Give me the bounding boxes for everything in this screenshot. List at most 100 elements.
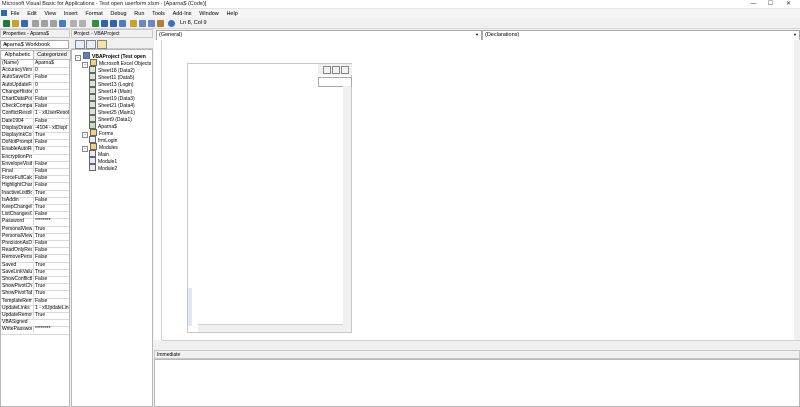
- immediate-window[interactable]: [154, 359, 800, 407]
- tree-node[interactable]: − Microsoft Excel Objects: [82, 59, 151, 68]
- copy-icon[interactable]: [41, 20, 48, 27]
- reset-icon[interactable]: [110, 20, 117, 27]
- property-value[interactable]: True: [33, 312, 69, 319]
- property-value[interactable]: False: [33, 96, 69, 103]
- tree-node[interactable]: − Modules: [82, 143, 118, 152]
- maximize-button[interactable]: ☐: [763, 0, 778, 9]
- property-value[interactable]: 0: [33, 67, 69, 75]
- property-value[interactable]: True: [33, 283, 69, 291]
- property-value[interactable]: False: [33, 247, 69, 255]
- child-window-horizontal-scrollbar[interactable]: [198, 324, 343, 332]
- find-icon[interactable]: [59, 20, 66, 27]
- tree-node[interactable]: Module2: [89, 164, 117, 172]
- property-value[interactable]: False: [33, 160, 69, 168]
- tree-node[interactable]: frmLogin: [89, 136, 117, 144]
- property-value[interactable]: True: [33, 232, 69, 240]
- property-value[interactable]: True: [33, 261, 69, 269]
- property-value[interactable]: True: [33, 132, 69, 139]
- tree-node[interactable]: Sheet13 (Login): [89, 80, 134, 88]
- property-value[interactable]: ********: [33, 326, 69, 334]
- tree-node[interactable]: Sheet14 (Main): [89, 87, 132, 95]
- chevron-down-icon[interactable]: ▼: [3, 42, 9, 48]
- code-margin[interactable]: [154, 40, 162, 340]
- property-value[interactable]: True: [33, 189, 69, 197]
- property-row[interactable]: WritePassword********: [1, 326, 69, 335]
- property-value[interactable]: ********: [33, 218, 69, 226]
- property-value[interactable]: True: [33, 225, 69, 233]
- close-window-button[interactable]: ✕: [781, 0, 796, 9]
- properties-window-icon[interactable]: [139, 20, 146, 27]
- run-icon[interactable]: [92, 20, 99, 27]
- property-value[interactable]: False: [33, 240, 69, 247]
- close-icon[interactable]: [341, 66, 349, 74]
- property-value[interactable]: 0: [33, 88, 69, 96]
- property-value[interactable]: False: [33, 297, 69, 305]
- tree-node[interactable]: Aparna$: [89, 122, 117, 130]
- code-vertical-scrollbar[interactable]: [794, 40, 800, 340]
- property-value[interactable]: Aparna$: [33, 60, 69, 67]
- excel-icon[interactable]: [1, 10, 7, 16]
- tree-node[interactable]: Sheet11 (Data5): [89, 73, 134, 81]
- property-value[interactable]: 1 - xlUserResol: [33, 110, 69, 118]
- tree-node[interactable]: Sheet25 (Main1): [89, 108, 135, 116]
- view-excel-icon[interactable]: [3, 20, 10, 27]
- project-explorer-icon[interactable]: [130, 20, 137, 27]
- properties-object-select[interactable]: Aparna$ Workbook ▼: [0, 40, 69, 49]
- close-icon[interactable]: ×: [3, 31, 67, 37]
- property-value[interactable]: False: [33, 168, 69, 175]
- object-browser-icon[interactable]: [148, 20, 155, 27]
- property-value[interactable]: True: [33, 204, 69, 211]
- undo-icon[interactable]: [70, 20, 77, 27]
- child-window-vertical-scrollbar[interactable]: [343, 86, 351, 332]
- collapse-toggle-icon[interactable]: −: [82, 145, 88, 152]
- collapse-toggle-icon[interactable]: −: [82, 131, 88, 138]
- property-value[interactable]: False: [33, 211, 69, 219]
- save-icon[interactable]: [21, 20, 28, 27]
- property-name: VBASigned: [2, 319, 28, 326]
- view-object-icon[interactable]: [86, 40, 96, 49]
- break-icon[interactable]: [101, 20, 108, 27]
- code-horizontal-scrollbar[interactable]: [162, 340, 800, 346]
- toggle-folders-icon[interactable]: [97, 40, 107, 49]
- tree-node[interactable]: Sheet19 (Data3): [89, 94, 135, 102]
- tree-node[interactable]: − Forms: [82, 129, 113, 138]
- chevron-down-icon[interactable]: ▼: [474, 32, 480, 38]
- property-value[interactable]: -4104 - xlDispl: [33, 124, 69, 132]
- collapse-toggle-icon[interactable]: −: [75, 54, 81, 61]
- property-value[interactable]: False: [33, 74, 69, 82]
- close-icon[interactable]: ×: [74, 31, 150, 37]
- property-value[interactable]: True: [33, 146, 69, 154]
- child-code-window[interactable]: [187, 63, 352, 333]
- view-code-icon[interactable]: [75, 40, 85, 49]
- property-value[interactable]: True: [33, 268, 69, 276]
- cut-icon[interactable]: [32, 20, 39, 27]
- restore-icon[interactable]: [332, 66, 340, 74]
- chevron-down-icon[interactable]: ▼: [792, 32, 798, 38]
- minimize-button[interactable]: —: [746, 0, 761, 9]
- redo-icon[interactable]: [79, 20, 86, 27]
- collapse-toggle-icon[interactable]: −: [82, 61, 88, 68]
- property-value[interactable]: False: [33, 254, 69, 262]
- property-value[interactable]: False: [33, 196, 69, 204]
- minimize-icon[interactable]: [323, 66, 331, 74]
- property-value[interactable]: False: [33, 117, 69, 125]
- design-mode-icon[interactable]: [119, 20, 126, 27]
- tree-node[interactable]: Main: [89, 150, 109, 158]
- property-value[interactable]: False: [33, 139, 69, 147]
- toolbox-icon[interactable]: [157, 20, 164, 27]
- property-value[interactable]: 0: [33, 81, 69, 89]
- tree-node[interactable]: Module1: [89, 157, 117, 165]
- property-value[interactable]: False: [33, 182, 69, 190]
- tree-node[interactable]: Sheet21 (Data4): [89, 101, 135, 109]
- property-value[interactable]: True: [33, 290, 69, 298]
- tree-node[interactable]: − VBAProject (Test open: [75, 52, 146, 61]
- tree-node[interactable]: Sheet18 (Data2): [89, 66, 135, 74]
- property-value[interactable]: False: [33, 276, 69, 283]
- property-value[interactable]: False: [33, 103, 69, 111]
- paste-icon[interactable]: [50, 20, 57, 27]
- insert-userform-icon[interactable]: [12, 20, 19, 27]
- tree-node[interactable]: Sheet9 (Data1): [89, 115, 132, 123]
- property-value[interactable]: False: [33, 175, 69, 183]
- property-value[interactable]: 1 - xlUpdateLin: [33, 304, 69, 312]
- help-icon[interactable]: [168, 20, 175, 27]
